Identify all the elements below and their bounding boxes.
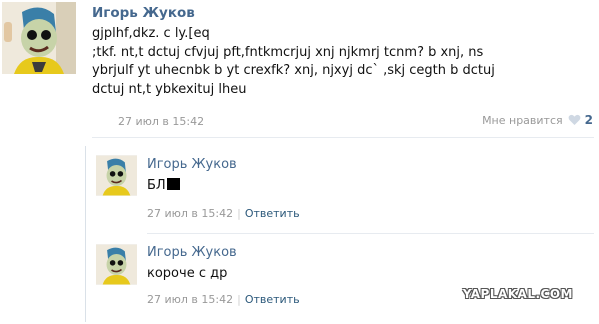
reply-button[interactable]: Ответить — [245, 293, 300, 306]
comment-author-avatar[interactable] — [96, 244, 137, 285]
comment-divider — [147, 233, 594, 234]
comment-author-name[interactable]: Игорь Жуков — [147, 157, 237, 172]
comment-author-name[interactable]: Игорь Жуков — [147, 245, 237, 260]
post-text: gjplhf,dkz. c ly.[eq ;tkf. nt,t dctuj cf… — [92, 25, 592, 99]
censor-block — [166, 178, 180, 190]
comment-author-avatar[interactable] — [96, 155, 137, 196]
post-text-line: gjplhf,dkz. c ly.[eq — [92, 26, 210, 41]
cartoon-avatar-icon — [2, 2, 76, 74]
meta-separator: | — [237, 207, 241, 220]
post-text-line: ;tkf. nt,t dctuj cfvjuj pft,fntkmcrjuj x… — [92, 44, 484, 60]
post-text-line: ybrjulf yt uhecnbk b yt crexfk? xnj, njx… — [92, 63, 495, 78]
comment-text: БЛ — [147, 177, 180, 196]
like-button[interactable]: Мне нравится 2 — [482, 113, 593, 127]
meta-separator: | — [237, 293, 241, 306]
post-author-name[interactable]: Игорь Жуков — [92, 5, 195, 21]
like-count: 2 — [584, 113, 593, 127]
post-divider — [92, 137, 594, 138]
comment-timestamp[interactable]: 27 июл в 15:42 — [147, 293, 233, 306]
comment-timestamp[interactable]: 27 июл в 15:42 — [147, 207, 233, 220]
comment-text-value: БЛ — [147, 178, 166, 193]
like-label: Мне нравится — [482, 113, 563, 127]
cartoon-avatar-icon — [96, 244, 137, 285]
post-text-line: dctuj nt,t ybkexituj lheu — [92, 81, 247, 97]
reply-button[interactable]: Ответить — [245, 207, 300, 220]
comment-meta: 27 июл в 15:42 | Ответить — [147, 207, 300, 220]
post-timestamp[interactable]: 27 июл в 15:42 — [118, 115, 204, 128]
watermark: YAPLAKAL.COM — [462, 287, 573, 301]
cartoon-avatar-icon — [96, 155, 137, 196]
heart-icon — [568, 114, 581, 126]
comments-thread-line — [85, 146, 86, 322]
post-author-avatar[interactable] — [2, 2, 76, 74]
comment-meta: 27 июл в 15:42 | Ответить — [147, 293, 300, 306]
comment-text: короче с др — [147, 266, 228, 281]
